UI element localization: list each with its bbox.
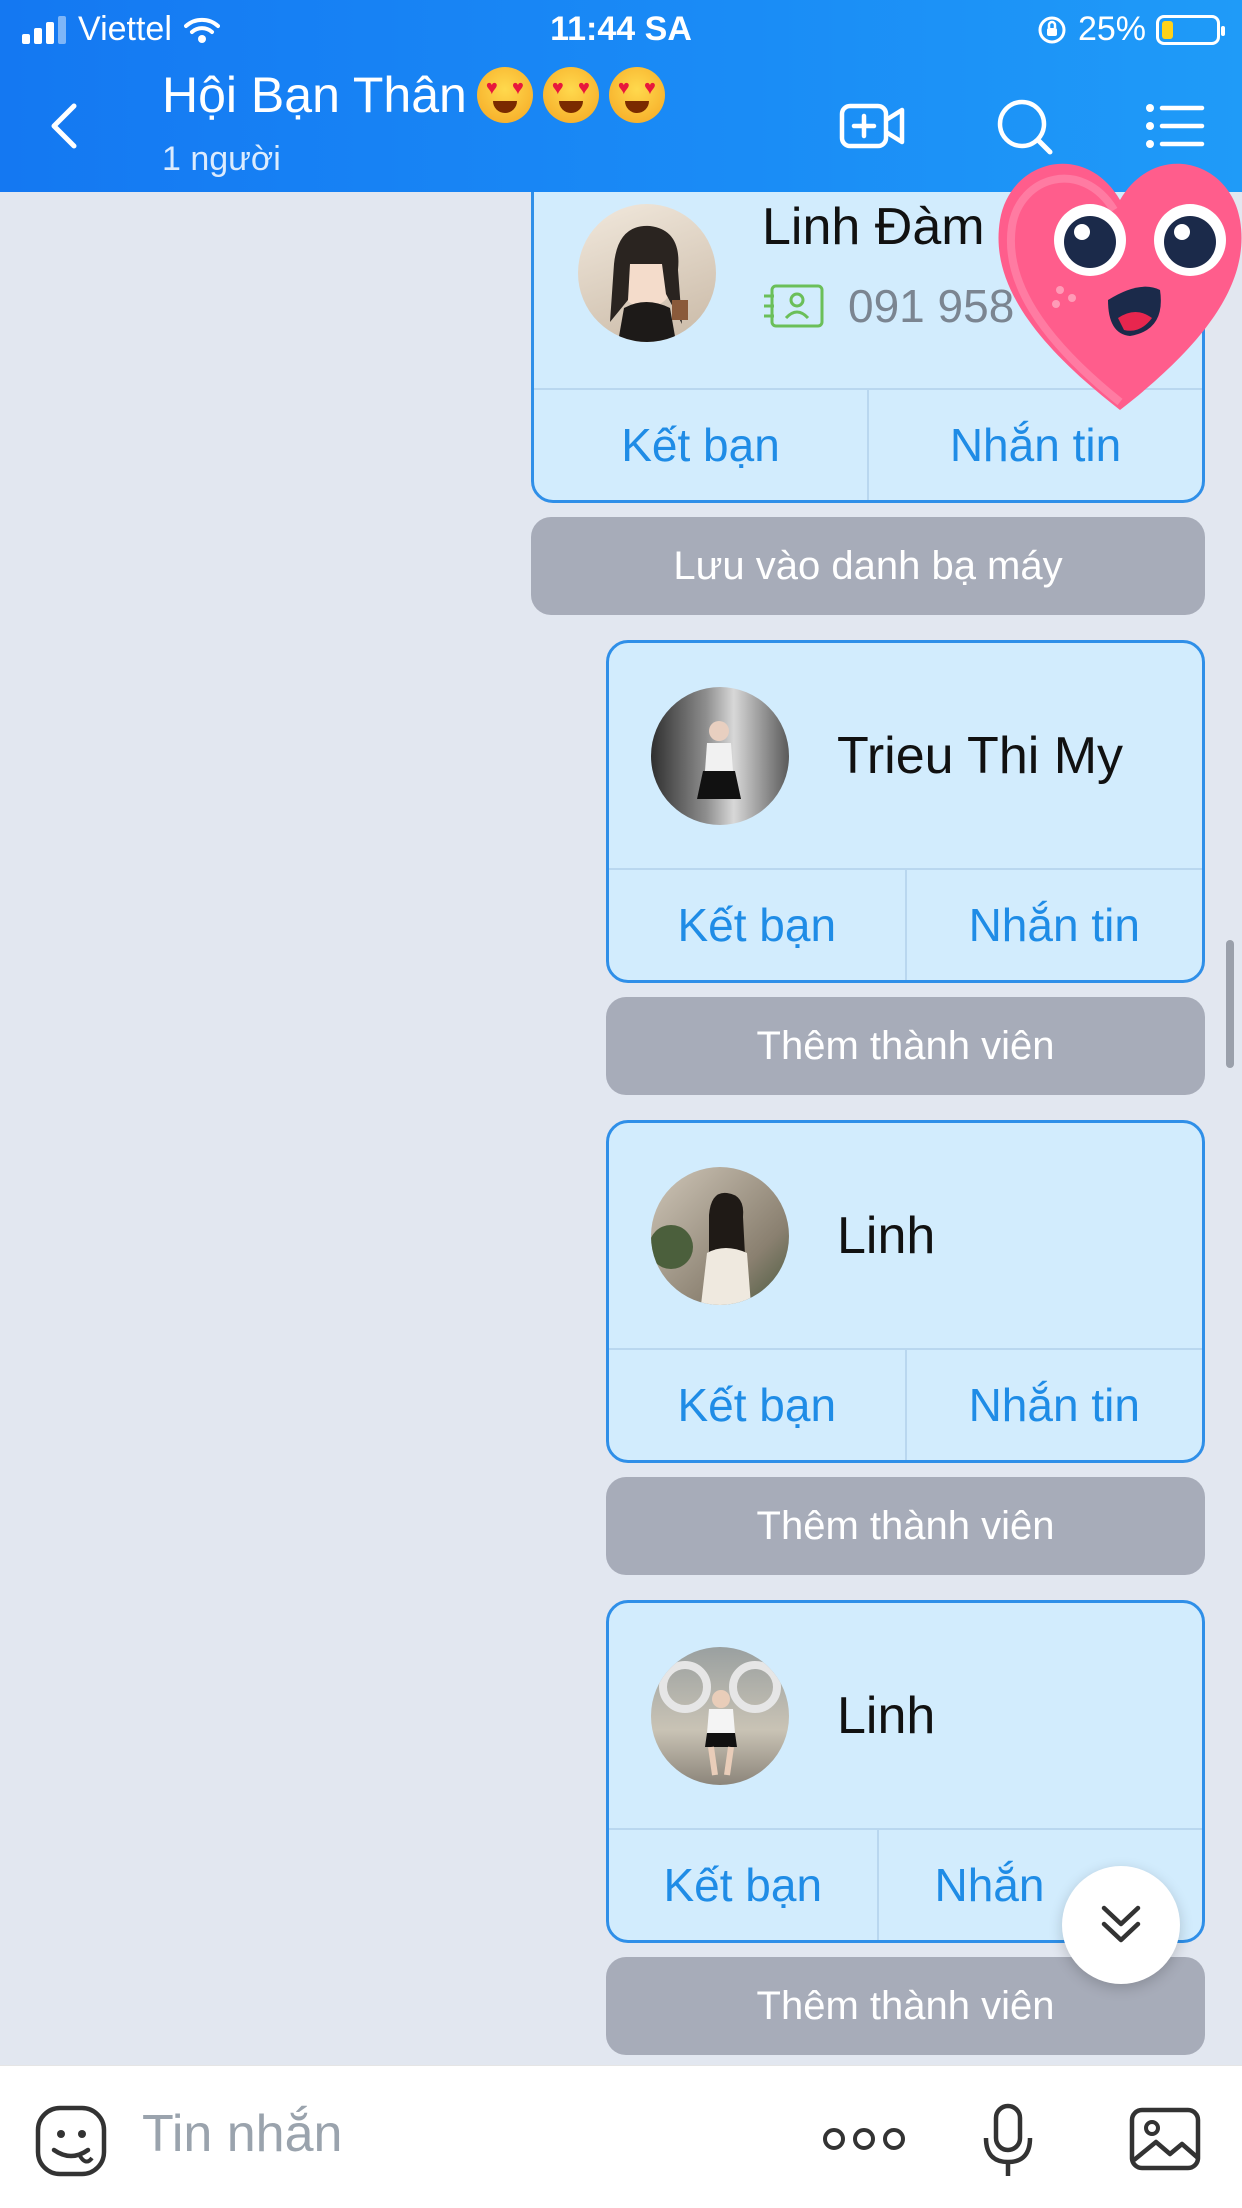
- contact-card[interactable]: Linh Kết bạn Nhắn tin: [606, 1120, 1205, 1463]
- avatar[interactable]: [651, 1166, 789, 1305]
- add-friend-button[interactable]: Kết bạn: [534, 390, 867, 500]
- orientation-lock-icon: [1038, 16, 1066, 43]
- add-friend-button[interactable]: Kết bạn: [609, 870, 905, 980]
- add-video-call-icon[interactable]: [838, 96, 908, 156]
- avatar[interactable]: [578, 204, 716, 342]
- heart-eyes-emoji-icon: [542, 67, 599, 123]
- sticker-icon[interactable]: [34, 2104, 108, 2178]
- heart-eyes-emoji-icon: [476, 67, 533, 123]
- avatar[interactable]: [651, 1646, 789, 1785]
- status-bar: Viettel 11:44 SA 25%: [0, 0, 1242, 62]
- contact-card[interactable]: Trieu Thi My Kết bạn Nhắn tin: [606, 640, 1205, 983]
- save-to-contacts-button[interactable]: Lưu vào danh bạ máy: [531, 517, 1205, 615]
- send-message-button[interactable]: Nhắn tin: [904, 870, 1203, 980]
- heart-sticker-icon[interactable]: [990, 130, 1242, 430]
- add-friend-button[interactable]: Kết bạn: [609, 1830, 877, 1940]
- status-right: 25%: [1036, 10, 1225, 49]
- add-member-button[interactable]: Thêm thành viên: [606, 1477, 1205, 1575]
- chat-title[interactable]: Hội Bạn Thân: [162, 66, 665, 124]
- image-icon[interactable]: [1128, 2106, 1202, 2172]
- double-chevron-down-icon: [1101, 1905, 1141, 1943]
- contact-name: Linh: [837, 1206, 936, 1265]
- scroll-to-bottom-button[interactable]: [1062, 1866, 1180, 1984]
- microphone-icon[interactable]: [980, 2102, 1036, 2180]
- back-icon[interactable]: [40, 96, 90, 156]
- contact-name: Linh Đàm: [762, 198, 985, 256]
- more-icon[interactable]: [822, 2124, 906, 2154]
- battery-percent: 25%: [1077, 10, 1146, 48]
- message-composer: Tin nhắn: [0, 2065, 1242, 2208]
- group-name: Hội Bạn Thân: [162, 67, 467, 123]
- add-member-button[interactable]: Thêm thành viên: [606, 997, 1205, 1095]
- battery-icon: [1156, 14, 1225, 45]
- scrollbar[interactable]: [1226, 940, 1234, 1068]
- contact-name: Trieu Thi My: [837, 726, 1124, 785]
- avatar[interactable]: [651, 686, 789, 825]
- heart-eyes-emoji-icon: [608, 67, 665, 123]
- card-actions: Kết bạn Nhắn tin: [609, 1348, 1202, 1460]
- add-friend-button[interactable]: Kết bạn: [609, 1350, 905, 1460]
- id-card-icon: [764, 284, 824, 328]
- contact-name: Linh: [837, 1686, 936, 1745]
- message-input[interactable]: Tin nhắn: [142, 2104, 342, 2164]
- member-count: 1 người: [162, 140, 281, 178]
- send-message-button[interactable]: Nhắn tin: [904, 1350, 1203, 1460]
- card-actions: Kết bạn Nhắn tin: [609, 868, 1202, 980]
